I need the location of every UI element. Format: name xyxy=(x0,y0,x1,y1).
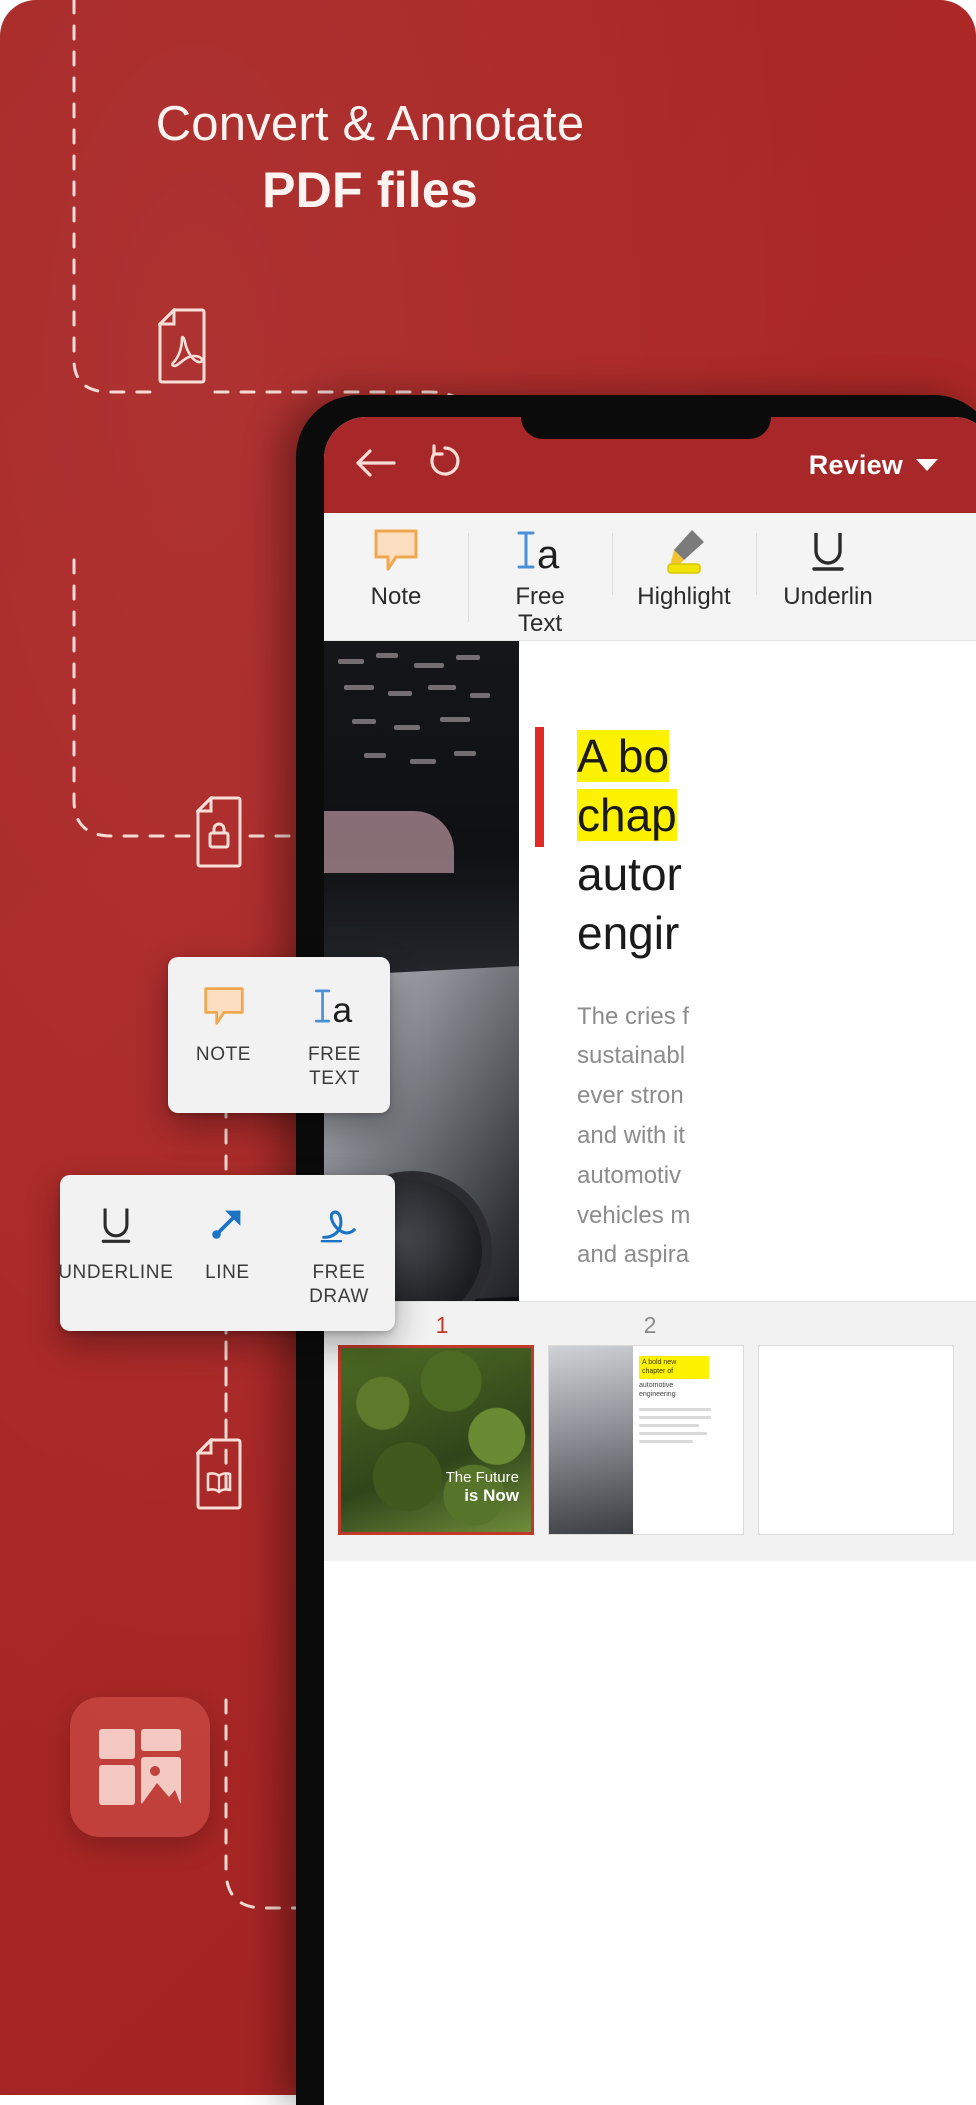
pdf-file-icon xyxy=(156,306,216,389)
thumbnail-number-2: 2 xyxy=(643,1312,657,1338)
floating-card-draw-tools: UNDERLINE LINE FREE DRAW xyxy=(58,1175,395,1331)
document-heading: A bo chap autor engir xyxy=(577,727,976,963)
review-mode-label: Review xyxy=(808,449,903,480)
document-page: A bo chap autor engir The cries f sustai… xyxy=(324,641,976,1301)
heading-line-4: engir xyxy=(577,906,680,959)
annotation-toolstrip: Note a Free Text Highlight Underlin xyxy=(324,513,976,641)
book-file-icon xyxy=(194,1436,250,1515)
document-body: The cries f sustainabl ever stron and wi… xyxy=(577,1002,691,1269)
phone-notch xyxy=(521,395,771,439)
heading-highlight-1: A bo xyxy=(577,730,670,782)
headline-line-2: PDF files xyxy=(262,161,478,218)
thumbnail-page-numbers: 1 2 xyxy=(324,1312,976,1339)
locked-file-icon xyxy=(194,794,250,873)
card-item-note[interactable]: NOTE xyxy=(168,983,279,1091)
thumbnail-page-2[interactable]: A bold new chapter of automotive enginee… xyxy=(548,1345,744,1535)
card-item-free-text[interactable]: a FREE TEXT xyxy=(279,983,390,1091)
tool-highlight-label: Highlight xyxy=(637,583,731,610)
thumbnail-2-content: A bold new chapter of automotive enginee… xyxy=(549,1346,743,1534)
arrow-left-icon[interactable] xyxy=(354,448,396,483)
tool-note[interactable]: Note xyxy=(324,525,468,611)
tool-note-label: Note xyxy=(370,583,422,610)
phone-mockup: Review Note a Free Text Highlight Underl… xyxy=(296,395,976,2105)
app-tile-icon[interactable] xyxy=(70,1697,210,1837)
promo-headline: Convert & Annotate PDF files xyxy=(0,96,740,222)
heading-line-3: autor xyxy=(577,847,682,900)
free-draw-icon xyxy=(316,1201,362,1247)
thumbnail-2-highlight: A bold new chapter of xyxy=(639,1356,709,1379)
thumbnail-1-caption: The Future is Now xyxy=(445,1469,519,1505)
thumbnail-page-1[interactable]: The Future is Now xyxy=(338,1345,534,1535)
card-item-free-draw[interactable]: FREE DRAW xyxy=(283,1201,395,1309)
highlighter-icon xyxy=(658,525,710,575)
chevron-down-icon xyxy=(916,459,938,471)
thumbnail-2-subtext: automotive engineering xyxy=(639,1381,676,1399)
card-item-line[interactable]: LINE xyxy=(172,1201,284,1309)
page-thumbnail-strip: 1 2 The Future is Now A bold new chapter… xyxy=(324,1301,976,1561)
card-item-underline[interactable]: UNDERLINE xyxy=(58,1201,174,1309)
card-item-note-label: NOTE xyxy=(195,1044,252,1065)
underline-icon xyxy=(96,1201,136,1247)
floating-card-note-freetext: NOTE a FREE TEXT xyxy=(168,957,390,1113)
tool-free-text[interactable]: a Free Text xyxy=(468,525,612,638)
tool-free-text-label: Free Text xyxy=(515,583,565,637)
arrow-line-icon xyxy=(206,1201,248,1247)
card-item-line-label: LINE xyxy=(205,1262,250,1283)
svg-text:a: a xyxy=(332,990,352,1027)
note-bubble-icon xyxy=(202,983,246,1029)
tool-underline[interactable]: Underlin xyxy=(756,525,900,611)
tool-highlight[interactable]: Highlight xyxy=(612,525,756,611)
svg-text:a: a xyxy=(537,533,560,573)
document-text-content: A bo chap autor engir The cries f sustai… xyxy=(519,641,976,1301)
underline-icon xyxy=(806,525,850,575)
free-text-icon: a xyxy=(311,983,359,1029)
card-item-free-draw-label: FREE DRAW xyxy=(309,1262,369,1307)
thumbnail-row: The Future is Now A bold new chapter of xyxy=(324,1345,976,1535)
undo-icon[interactable] xyxy=(426,443,464,487)
card-item-free-text-label: FREE TEXT xyxy=(307,1044,362,1089)
margin-annotation-bar xyxy=(535,727,544,847)
heading-highlight-2: chap xyxy=(577,788,677,841)
card-item-underline-label: UNDERLINE xyxy=(58,1262,174,1283)
note-bubble-icon xyxy=(372,525,420,575)
tool-underline-label: Underlin xyxy=(783,583,873,610)
thumbnail-2-image xyxy=(549,1346,633,1534)
phone-screen: Review Note a Free Text Highlight Underl… xyxy=(324,417,976,2105)
review-mode-dropdown[interactable]: Review xyxy=(809,450,938,481)
free-text-icon: a xyxy=(513,525,567,575)
thumbnail-page-3[interactable] xyxy=(758,1345,954,1535)
headline-line-1: Convert & Annotate xyxy=(155,97,585,151)
